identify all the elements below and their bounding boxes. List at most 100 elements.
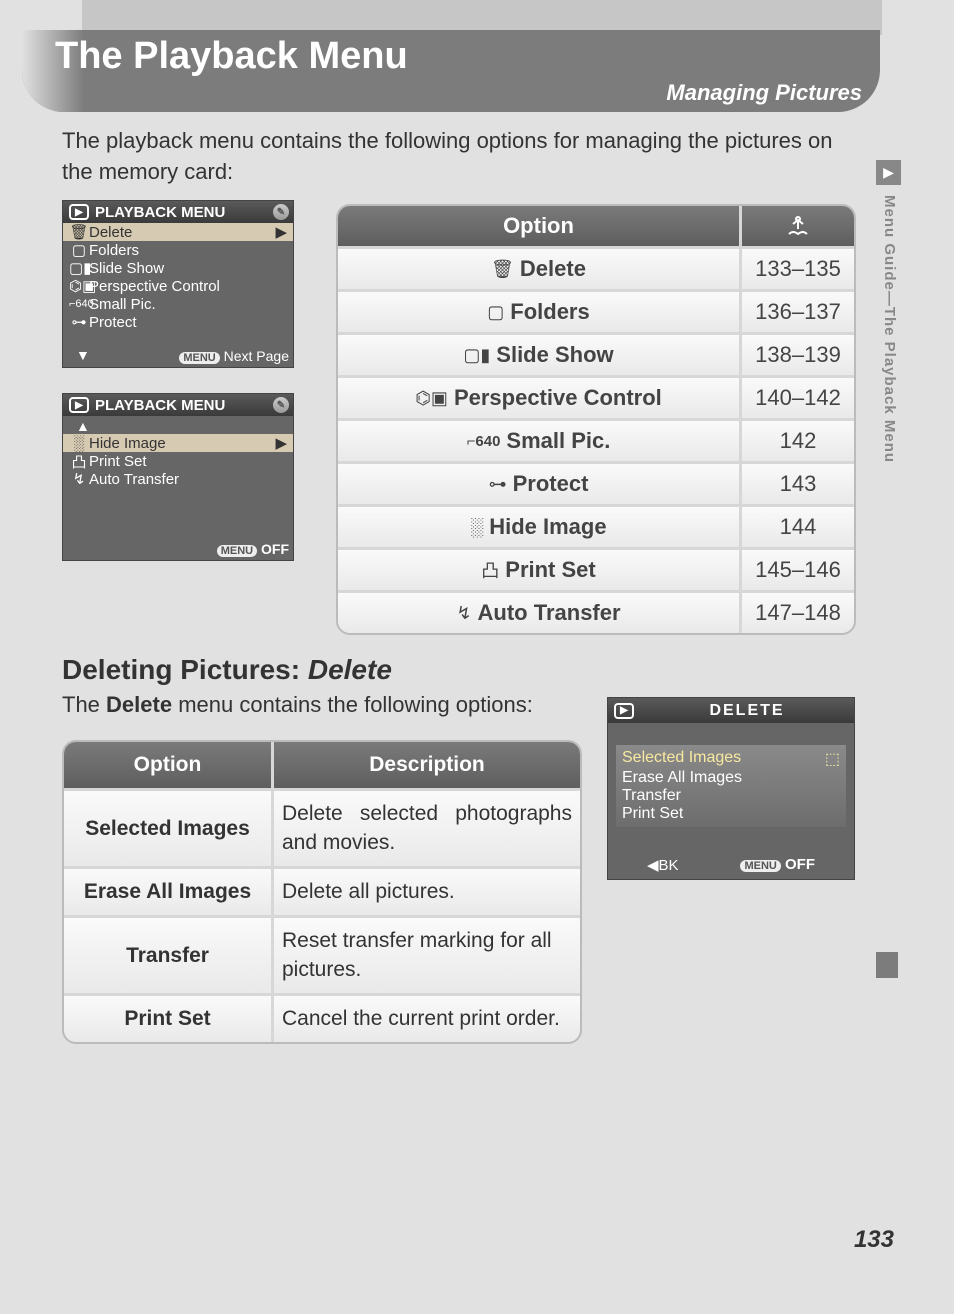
opt-pages: 143 bbox=[742, 464, 854, 504]
lcd3-item-selected-images[interactable]: Selected Images⬚ bbox=[622, 749, 840, 769]
del-desc: Reset transfer marking for all pictures. bbox=[274, 918, 580, 993]
options-table: Option 🗑Delete133–135 ▢Folders136–137 ▢▮… bbox=[336, 204, 856, 635]
opt-label: Slide Show bbox=[496, 342, 613, 368]
folder-icon: ▢ bbox=[69, 241, 89, 259]
opt-label: Perspective Control bbox=[454, 385, 662, 411]
opt-pages: 145–146 bbox=[742, 550, 854, 590]
lcd2-item-autotransfer[interactable]: ↯Auto Transfer bbox=[63, 470, 293, 488]
opt-pages: 142 bbox=[742, 421, 854, 461]
lcd2-title: PLAYBACK MENU bbox=[95, 397, 225, 414]
lcd-delete: DELETE Selected Images⬚ Erase All Images… bbox=[607, 697, 855, 880]
protect-icon: ⊶ bbox=[489, 474, 507, 495]
del-opt: Print Set bbox=[64, 996, 274, 1042]
t: menu contains the following options: bbox=[172, 692, 533, 717]
opt-pages: 133–135 bbox=[742, 249, 854, 289]
lcd1-title: PLAYBACK MENU bbox=[95, 204, 225, 221]
smallpic-icon: ⌐640 bbox=[467, 433, 501, 450]
manual-page: { "header": { "title": "The Playback Men… bbox=[0, 0, 954, 1314]
opt-label: Protect bbox=[513, 471, 589, 497]
section-heading: Deleting Pictures: Delete bbox=[62, 654, 392, 686]
trash-icon: 🗑 bbox=[69, 223, 89, 241]
lcd3-item-label: Erase All Images bbox=[622, 769, 742, 787]
head-option: Option bbox=[338, 206, 742, 246]
menu-pill: MENU bbox=[217, 545, 257, 557]
lcd3-titlebar: DELETE bbox=[608, 698, 854, 723]
wrench-icon: ✎ bbox=[273, 397, 289, 413]
hide-icon: ░ bbox=[470, 517, 483, 538]
head-option: Option bbox=[64, 742, 274, 788]
lcd1-item-folders[interactable]: ▢Folders bbox=[63, 241, 293, 259]
opt-label: Hide Image bbox=[489, 514, 606, 540]
page-number: 133 bbox=[854, 1226, 894, 1254]
table-row: ⊶ Protect 143 bbox=[338, 461, 854, 504]
lcd1-item-perspective[interactable]: ⌬▣Perspective Control bbox=[63, 277, 293, 295]
lcd1-item-smallpic[interactable]: ⌐640Small Pic. bbox=[63, 295, 293, 313]
lcd2-footer: MENU OFF bbox=[217, 541, 289, 557]
head-page-icon bbox=[742, 206, 854, 246]
playback-icon bbox=[614, 703, 634, 719]
table-row: ▢▮ Slide Show 138–139 bbox=[338, 332, 854, 375]
lcd2-item-printset[interactable]: 凸Print Set bbox=[63, 452, 293, 470]
del-opt: Transfer bbox=[64, 918, 274, 993]
lcd2-item-label: Auto Transfer bbox=[89, 471, 179, 488]
opt-pages: 147–148 bbox=[742, 593, 854, 633]
section-heading-prefix: Deleting Pictures: bbox=[62, 654, 308, 685]
opt-pages: 140–142 bbox=[742, 378, 854, 418]
head-desc: Description bbox=[274, 742, 580, 788]
delete-table: Option Description Selected ImagesDelete… bbox=[62, 740, 582, 1044]
pageref-icon bbox=[787, 216, 809, 236]
lcd1-item-label: Slide Show bbox=[89, 260, 164, 277]
del-desc: Delete all pictures. bbox=[274, 869, 580, 915]
lcd2-item-hideimage[interactable]: ░ Hide Image ▶ bbox=[63, 434, 293, 452]
trash-icon: 🗑 bbox=[491, 259, 514, 280]
opt-label: Folders bbox=[510, 299, 589, 325]
back-label: ◀BK bbox=[647, 856, 679, 874]
chevron-down-icon: ▼ bbox=[76, 347, 90, 363]
slideshow-icon: ▢▮ bbox=[69, 259, 89, 277]
table-row: 凸Print Set145–146 bbox=[338, 547, 854, 590]
hide-icon: ░ bbox=[69, 435, 89, 452]
del-desc: Cancel the current print or­der. bbox=[274, 996, 580, 1042]
lcd2-item-label: Hide Image bbox=[89, 435, 166, 452]
lcd1-item-slideshow[interactable]: ▢▮Slide Show bbox=[63, 259, 293, 277]
lcd3-item-label: Transfer bbox=[622, 787, 681, 805]
perspective-icon: ⌬▣ bbox=[69, 277, 89, 295]
folder-icon: ▢ bbox=[487, 302, 504, 323]
table-row: ⌐640Small Pic.142 bbox=[338, 418, 854, 461]
section-heading-emph: Delete bbox=[308, 654, 392, 685]
page-title: The Playback Menu bbox=[55, 35, 408, 78]
lcd3-item-label: Print Set bbox=[622, 805, 683, 823]
lcd3-item-printset[interactable]: Print Set bbox=[622, 805, 840, 823]
del-opt: Selected Images bbox=[64, 791, 274, 866]
del-desc: Delete selected photo­graphs and movies. bbox=[274, 791, 580, 866]
lcd3-item-erase-all[interactable]: Erase All Images bbox=[622, 769, 840, 787]
playback-icon bbox=[69, 397, 89, 413]
table-row: ▢Folders136–137 bbox=[338, 289, 854, 332]
options-table-head: Option bbox=[338, 206, 854, 246]
thumb-tab bbox=[876, 952, 898, 978]
slideshow-icon: ▢▮ bbox=[463, 345, 490, 366]
lcd1-item-label: Delete bbox=[89, 224, 132, 241]
t: The bbox=[62, 692, 106, 717]
lcd2-item-label: Print Set bbox=[89, 453, 147, 470]
lcd3-item-transfer[interactable]: Transfer bbox=[622, 787, 840, 805]
select-icon: ⬚ bbox=[825, 749, 840, 769]
print-icon: 凸 bbox=[69, 451, 89, 472]
lcd1-item-protect[interactable]: ⊶Protect bbox=[63, 313, 293, 331]
table-row: ⌬▣Perspective Control140–142 bbox=[338, 375, 854, 418]
side-tab-label: Menu Guide—The Playback Menu bbox=[878, 195, 898, 463]
transfer-icon: ↯ bbox=[69, 470, 89, 488]
opt-pages: 138–139 bbox=[742, 335, 854, 375]
section-intro: The Delete menu contains the following o… bbox=[62, 692, 533, 718]
lcd3-body: Selected Images⬚ Erase All Images Transf… bbox=[616, 745, 846, 827]
protect-icon: ⊶ bbox=[69, 313, 89, 331]
lcd2-titlebar: PLAYBACK MENU ✎ bbox=[63, 394, 293, 416]
chevron-right-icon: ▶ bbox=[275, 434, 287, 452]
playback-icon bbox=[69, 204, 89, 220]
opt-pages: 144 bbox=[742, 507, 854, 547]
chevron-right-icon: ▶ bbox=[275, 223, 287, 241]
lcd1-item-delete[interactable]: 🗑 Delete ▶ bbox=[63, 223, 293, 241]
transfer-icon: ↯ bbox=[456, 603, 471, 624]
delete-table-head: Option Description bbox=[64, 742, 580, 788]
table-row: ↯Auto Transfer147–148 bbox=[338, 590, 854, 633]
